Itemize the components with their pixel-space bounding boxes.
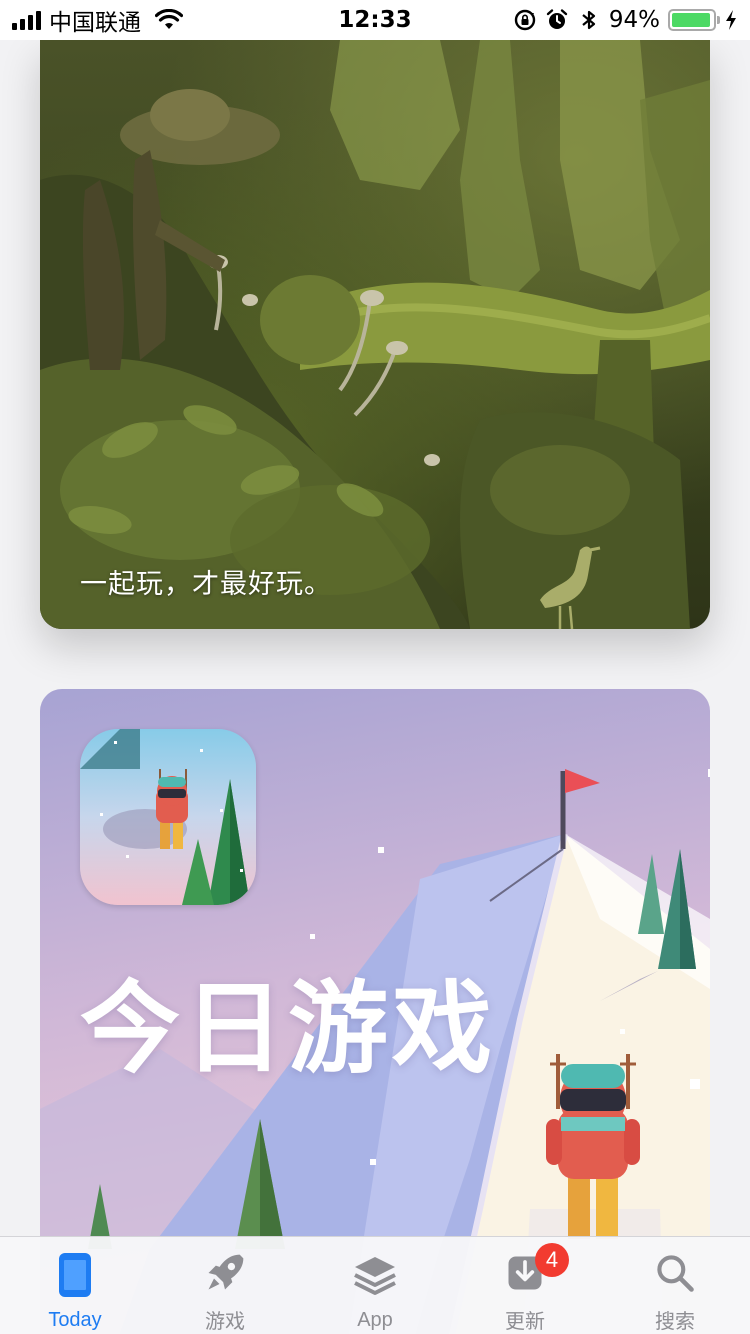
battery-percent: 94%: [608, 7, 660, 33]
tab-label: 游戏: [205, 1311, 245, 1333]
battery-fill: [672, 13, 710, 27]
tab-label: Today: [48, 1309, 102, 1331]
tab-search[interactable]: 搜索: [600, 1237, 750, 1334]
search-icon: [657, 1255, 694, 1292]
forest-illustration: [40, 40, 710, 629]
bluetooth-icon: [582, 10, 595, 30]
alarm-icon: [546, 9, 568, 29]
tab-label: 更新: [505, 1311, 545, 1333]
status-bar: 中国联通 12:33 94%: [0, 0, 750, 40]
tab-label: App: [357, 1309, 393, 1331]
rocket-icon: [208, 1254, 244, 1290]
charging-icon: [726, 10, 736, 30]
rotation-lock-icon: [514, 9, 536, 31]
app-stack-icon: [354, 1257, 396, 1295]
card-caption: 一起玩，才最好玩。: [80, 569, 332, 600]
updates-badge: 4: [535, 1243, 569, 1277]
tab-label: 搜索: [655, 1311, 695, 1333]
battery-icon: [668, 9, 720, 31]
app-icon-art: [80, 729, 250, 905]
tab-bar: Today 游戏 App 4 更新 搜索: [0, 1236, 750, 1334]
tab-apps[interactable]: App: [300, 1237, 450, 1334]
story-card-forest[interactable]: 一起玩，才最好玩。: [40, 40, 710, 629]
status-right: 94%: [513, 6, 738, 34]
game-app-icon[interactable]: [80, 729, 256, 905]
tab-updates[interactable]: 4 更新: [450, 1237, 600, 1334]
card-title: 今日游戏: [80, 970, 496, 1087]
tab-games[interactable]: 游戏: [150, 1237, 300, 1334]
tab-today[interactable]: Today: [0, 1237, 150, 1334]
today-icon: [59, 1253, 91, 1297]
